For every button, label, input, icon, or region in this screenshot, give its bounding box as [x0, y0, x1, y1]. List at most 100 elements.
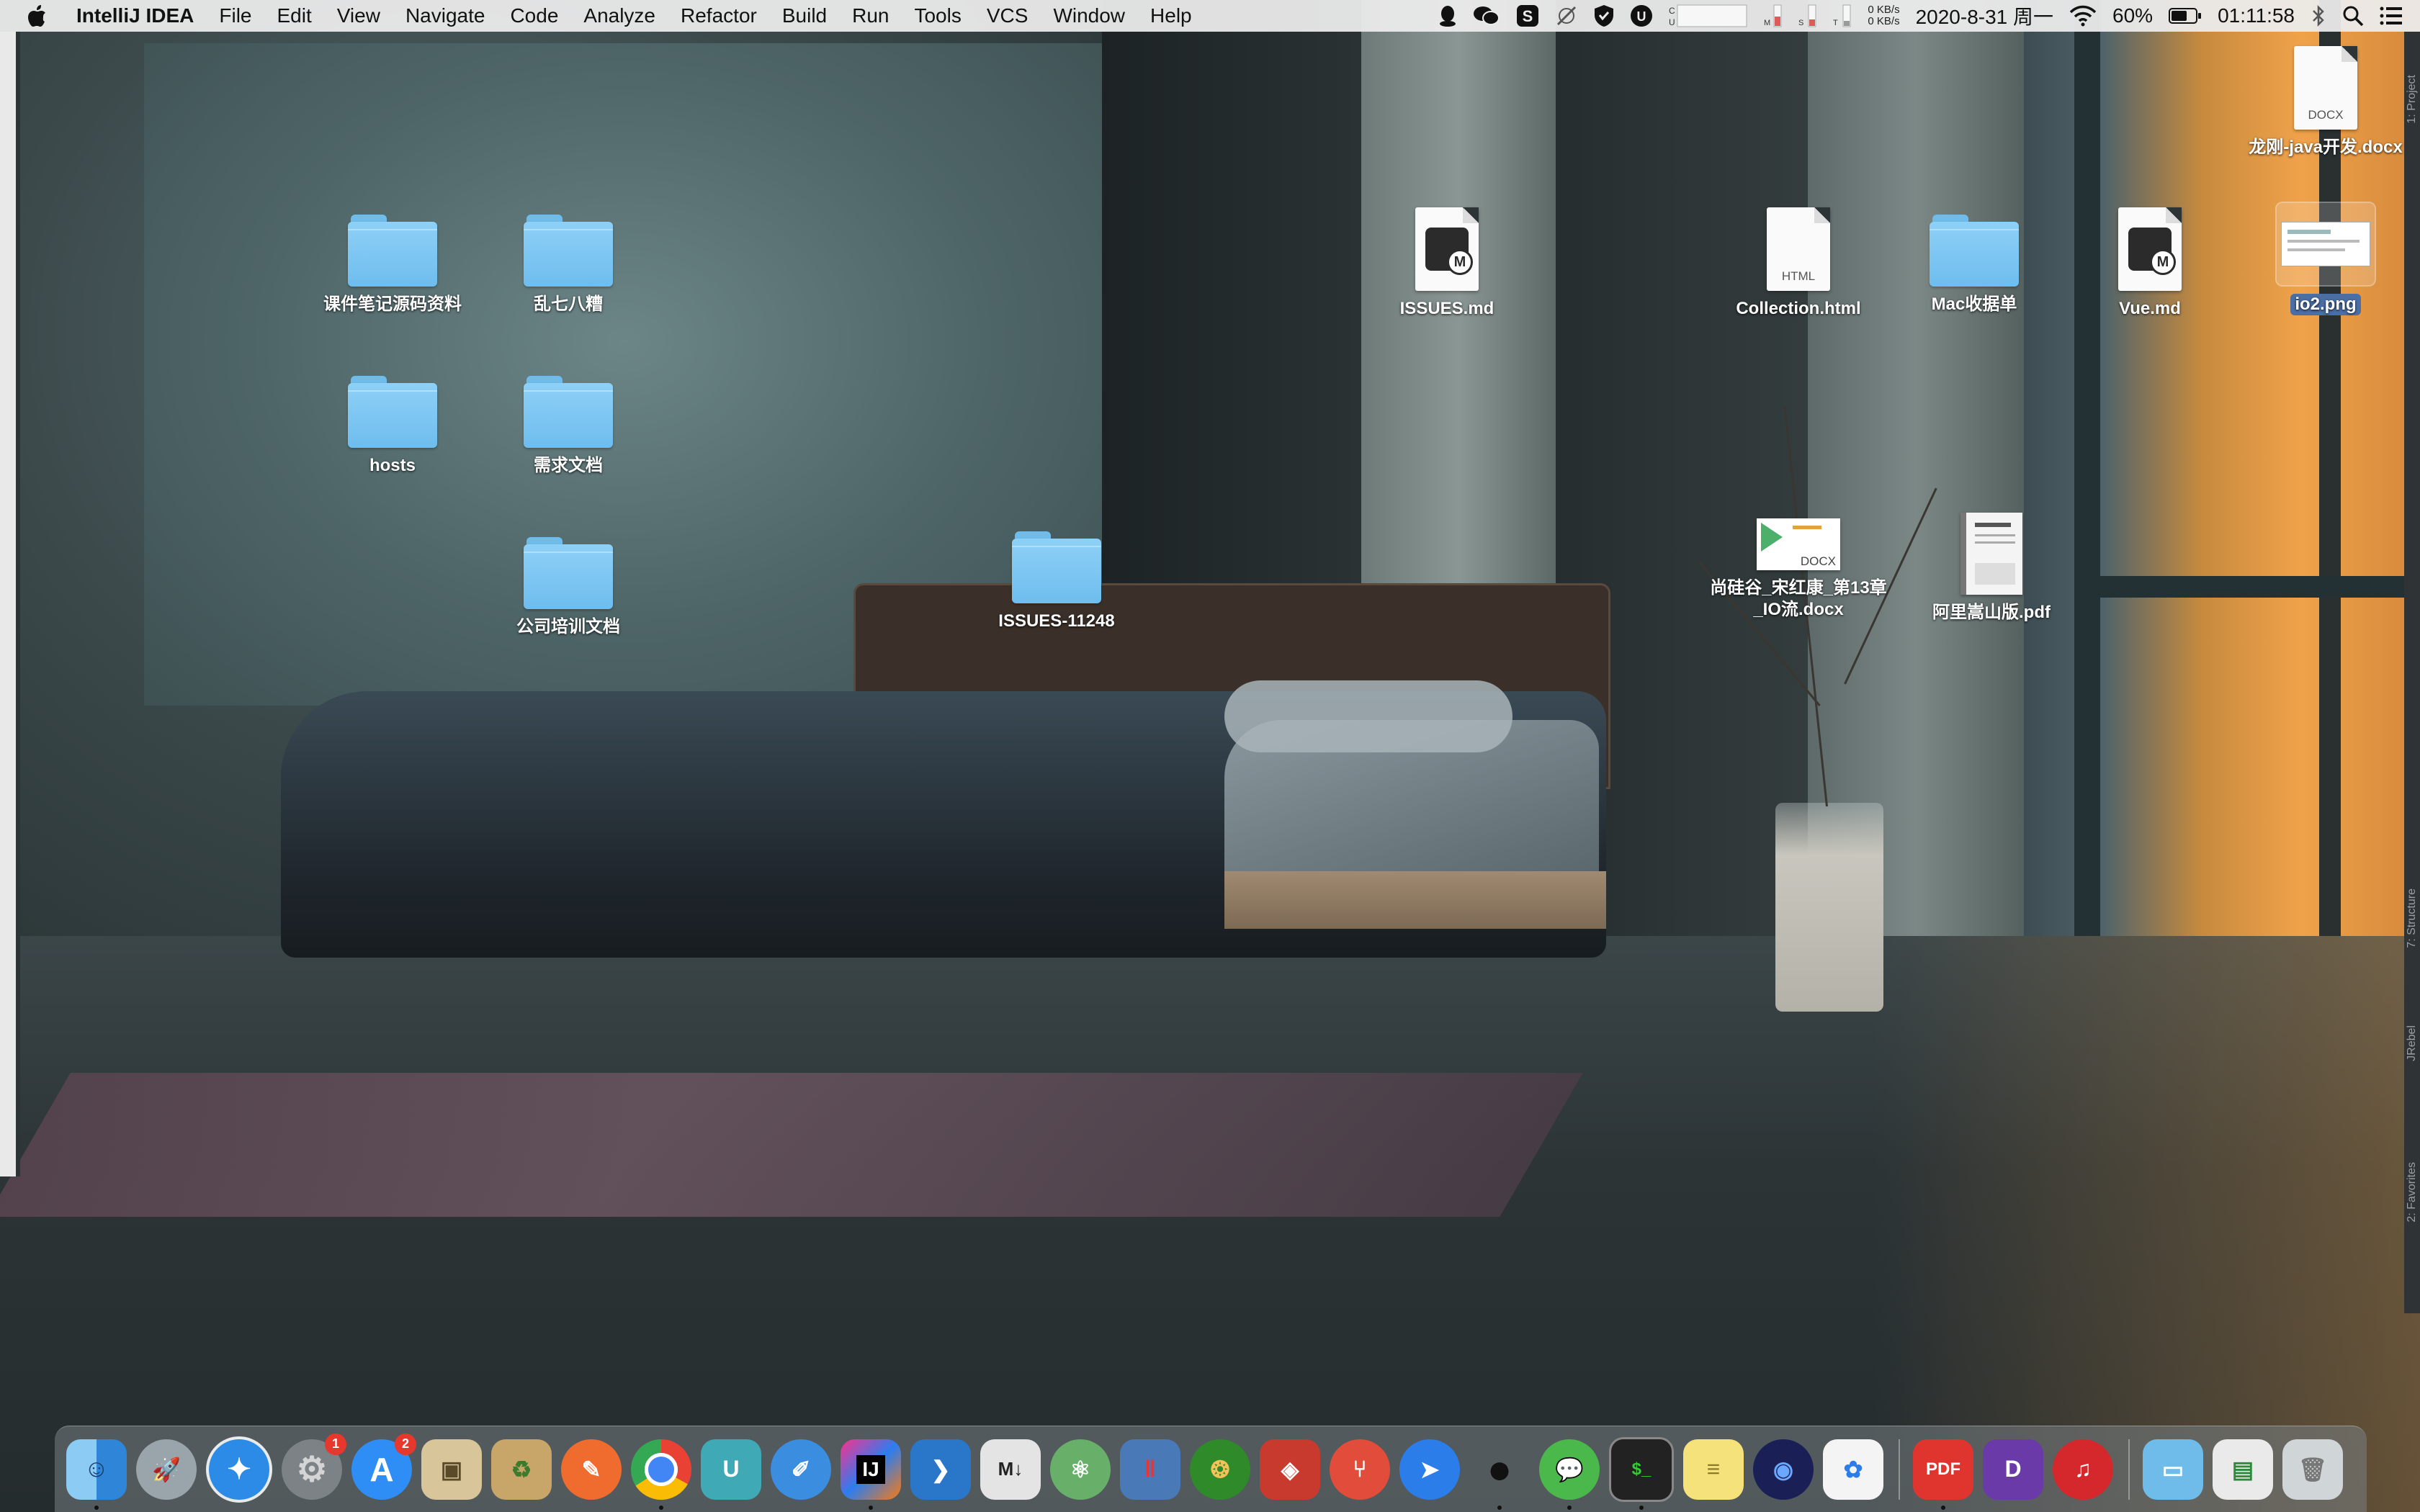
dock-instruments[interactable]: ◉ [1753, 1439, 1814, 1500]
battery-percent[interactable]: 60% [2112, 0, 2153, 32]
desktop-folder[interactable]: ISSUES-11248 [967, 531, 1147, 632]
menu-bar: IntelliJ IDEA File Edit View Navigate Co… [0, 0, 2420, 32]
wifi-icon[interactable] [2069, 0, 2097, 32]
dock-typora[interactable]: U [701, 1439, 761, 1500]
desktop-file-pdf[interactable]: 阿里嵩山版.pdf [1901, 513, 2081, 624]
tool-tab-favorites[interactable]: 2: Favorites [2406, 1162, 2419, 1223]
menu-build[interactable]: Build [782, 4, 827, 27]
folder-icon [1930, 215, 2019, 287]
shield-icon[interactable] [1594, 0, 1614, 32]
menu-clock[interactable]: 01:11:58 [2218, 0, 2295, 32]
wechat-status-icon[interactable] [1473, 0, 1500, 32]
dock-markdown-editor[interactable]: M↓ [980, 1439, 1041, 1500]
dock-pdf-expert[interactable]: PDF [1913, 1439, 1973, 1510]
desktop-folder[interactable]: 课件笔记源码资料 [302, 215, 483, 315]
dock-baidu-netdisk[interactable]: ✿ [1823, 1439, 1883, 1500]
wallpaper-pillow [1224, 680, 1512, 752]
dock-safari[interactable]: ✦ [206, 1436, 272, 1503]
bluetooth-icon[interactable] [2311, 0, 2326, 32]
tool-tab-structure[interactable]: 7: Structure [2406, 888, 2419, 948]
desktop-icon-label: hosts [369, 456, 416, 475]
desktop-folder[interactable]: 需求文档 [478, 376, 658, 477]
dock-launchpad[interactable]: 🚀 [136, 1439, 197, 1500]
dock-parallels[interactable]: ‖ [1120, 1439, 1180, 1500]
note-icon: ≡ [1706, 1456, 1721, 1482]
dock-atom[interactable]: ⚛ [1050, 1439, 1111, 1500]
redis-icon: ◈ [1281, 1456, 1299, 1482]
dock-qq[interactable]: ● [1469, 1439, 1530, 1510]
desktop-file-docx[interactable]: DOCX 尚硅谷_宋红康_第13章_IO流.docx [1708, 518, 1888, 621]
desktop-file-markdown[interactable]: M ISSUES.md [1357, 207, 1537, 320]
menu-navigate[interactable]: Navigate [405, 4, 485, 27]
desktop-icon-label: ISSUES-11248 [998, 611, 1115, 631]
apple-menu-icon[interactable] [26, 4, 49, 28]
penguin-icon: ● [1487, 1446, 1512, 1493]
tool-tab-jrebel[interactable]: JRebel [2406, 1025, 2419, 1061]
dock-feishu[interactable]: ➤ [1399, 1439, 1460, 1500]
network-speed[interactable]: 0 KB/s 0 KB/s [1868, 0, 1899, 32]
desktop-file-html[interactable]: HTML Collection.html [1708, 207, 1888, 320]
dock-datagrip[interactable]: D [1983, 1439, 2043, 1500]
desktop-folder[interactable]: hosts [302, 376, 483, 477]
menu-view[interactable]: View [337, 4, 380, 27]
dock-documents-stack[interactable]: ▤ [2213, 1439, 2273, 1500]
menu-refactor[interactable]: Refactor [681, 4, 757, 27]
dock-postman[interactable]: ✎ [561, 1439, 622, 1500]
desktop-folder[interactable]: 公司培训文档 [478, 537, 658, 638]
dock-stickies[interactable]: ≡ [1683, 1439, 1744, 1500]
dock-terminal[interactable]: $_ [1609, 1436, 1674, 1510]
disk-monitor-icon[interactable]: S [1798, 0, 1817, 32]
dock-downloads-stack[interactable]: ▭ [2143, 1439, 2203, 1500]
dock-vscode[interactable]: ❯ [910, 1439, 971, 1500]
dock-navicat[interactable]: ❂ [1190, 1439, 1250, 1500]
menu-vcs[interactable]: VCS [987, 4, 1028, 27]
desktop-folder[interactable]: Mac收据单 [1884, 215, 2064, 315]
vpn-status-icon[interactable]: U [1630, 0, 1653, 32]
menu-date[interactable]: 2020-8-31 周一 [1916, 0, 2053, 32]
menu-code[interactable]: Code [510, 4, 558, 27]
desktop-file-docx[interactable]: DOCX 龙刚-java开发.docx [2236, 46, 2416, 158]
desktop-icon-label: 乱七八糟 [534, 294, 603, 314]
dock-netease-music[interactable]: ♫ [2053, 1439, 2113, 1500]
wallpaper-window-frame [2074, 0, 2100, 943]
dock-system-preferences[interactable]: ⚙ 1 [282, 1433, 346, 1500]
app-name-menu[interactable]: IntelliJ IDEA [76, 4, 194, 27]
notification-center-icon[interactable] [2380, 0, 2403, 32]
dock-preview[interactable]: ▣ [421, 1439, 482, 1500]
sogou-status-icon[interactable]: S [1516, 0, 1539, 32]
memory-monitor-icon[interactable]: M [1764, 0, 1783, 32]
dock-sketch[interactable]: ✐ [771, 1439, 831, 1500]
battery-icon[interactable] [2169, 0, 2202, 32]
dock-app-store[interactable]: A 2 [351, 1433, 416, 1500]
menu-help[interactable]: Help [1150, 4, 1192, 27]
dock-trash[interactable]: 🗑 [2282, 1439, 2343, 1500]
git-icon: ⑂ [1353, 1456, 1367, 1482]
cpu-monitor-icon[interactable]: CU [1669, 0, 1748, 32]
gear-icon: ⚙ [296, 1450, 328, 1489]
menu-analyze[interactable]: Analyze [583, 4, 655, 27]
menu-edit[interactable]: Edit [277, 4, 312, 27]
menu-file[interactable]: File [219, 4, 251, 27]
menu-tools[interactable]: Tools [914, 4, 961, 27]
desktop-file-markdown[interactable]: M Vue.md [2060, 207, 2240, 320]
qq-status-icon[interactable] [1438, 0, 1457, 32]
dock-finder[interactable]: ☺ [66, 1439, 127, 1510]
temp-monitor-icon[interactable]: T [1833, 0, 1852, 32]
dock-sourcetree[interactable]: ⑂ [1330, 1439, 1390, 1500]
folder-icon [348, 215, 437, 287]
folder-icon [524, 376, 613, 448]
airdrop-status-icon[interactable] [1555, 0, 1578, 32]
dock-archive-utility[interactable]: ♻ [491, 1439, 552, 1500]
atom-icon: ⚛ [1070, 1456, 1091, 1482]
menu-run[interactable]: Run [852, 4, 889, 27]
dock-wechat[interactable]: 💬 [1539, 1439, 1600, 1510]
desktop-folder[interactable]: 乱七八糟 [478, 215, 658, 315]
spotlight-search-icon[interactable] [2342, 0, 2364, 32]
dock-redis[interactable]: ◈ [1260, 1439, 1320, 1500]
desktop-file-image[interactable]: io2.png [2236, 202, 2416, 315]
menu-window[interactable]: Window [1053, 4, 1125, 27]
dock-chrome[interactable] [631, 1439, 691, 1510]
folder-icon [1012, 531, 1101, 603]
dock-intellij[interactable]: IJ [841, 1439, 901, 1510]
window-edge-left [0, 32, 16, 1176]
